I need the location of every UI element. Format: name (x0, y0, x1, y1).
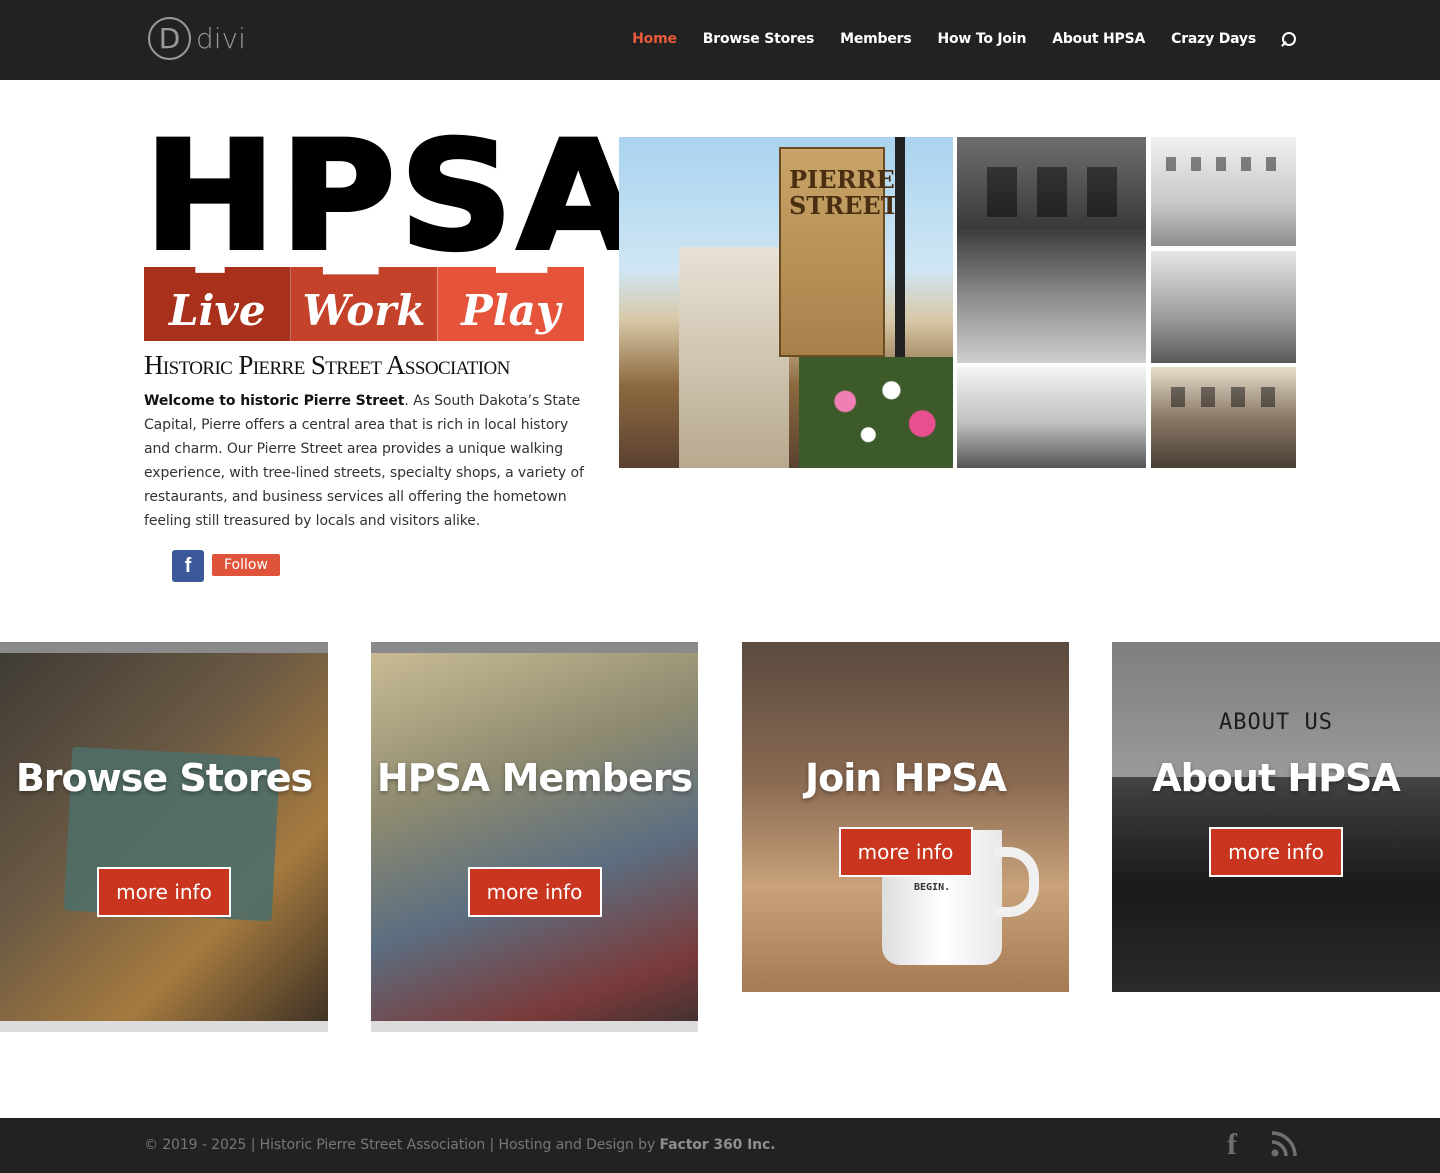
historic-photo-corner-building (1151, 367, 1296, 468)
hpsa-logo: HPSA Live Work Play (142, 120, 641, 341)
historic-photo-building (957, 137, 1146, 363)
rss-icon[interactable] (1271, 1131, 1297, 1157)
tagline-bar: Live Work Play (144, 267, 585, 341)
nav-home[interactable]: Home (632, 31, 677, 47)
nav-members[interactable]: Members (840, 31, 912, 47)
site-footer: © 2019 - 2025 | Historic Pierre Street A… (0, 1118, 1440, 1173)
main-nav: Home Browse Stores Members How To Join A… (606, 30, 1296, 48)
footer-copyright-text: © 2019 - 2025 | Historic Pierre Street A… (144, 1137, 660, 1153)
tagline-live: Live (144, 267, 291, 341)
card-bottom-strip (371, 1021, 698, 1032)
card-title: HPSA Members (376, 756, 693, 800)
card-top-strip (371, 642, 698, 653)
hpsa-members-card[interactable]: HPSA Members more info (371, 642, 698, 1032)
historic-photo-street (957, 367, 1146, 468)
join-hpsa-card[interactable]: BEGIN. Join HPSA more info (742, 642, 1069, 992)
footer-facebook-icon[interactable]: f (1227, 1128, 1237, 1162)
about-us-typed-text: ABOUT US (1219, 710, 1333, 735)
card-title: Browse Stores (15, 756, 313, 800)
browse-stores-more-info-button[interactable]: more info (97, 867, 231, 917)
pierre-street-banner-photo: PIERRE STREET (619, 137, 953, 468)
intro-rest: . As South Dakota’s State Capital, Pierr… (144, 393, 584, 529)
tagline-work: Work (290, 267, 438, 341)
banner-text: PIERRE STREET (789, 165, 899, 220)
logo-word: divi (196, 22, 246, 55)
hpsa-logo-letters: HPSA (142, 110, 644, 284)
association-name: Historic Pierre Street Association (144, 350, 510, 380)
site-logo[interactable]: D divi (148, 17, 246, 60)
tagline-play: Play (437, 267, 585, 341)
join-more-info-button[interactable]: more info (838, 827, 973, 877)
nav-crazy-days[interactable]: Crazy Days (1171, 31, 1256, 47)
card-title: About HPSA (1152, 756, 1401, 800)
about-hpsa-card[interactable]: ABOUT US About HPSA more info (1112, 642, 1440, 992)
storefront-building (679, 247, 789, 468)
photo-collage: PIERRE STREET (619, 137, 1296, 468)
card-title: Join HPSA (805, 756, 1007, 800)
historic-photo-hotel (1151, 137, 1296, 246)
card-top-strip (0, 642, 328, 653)
historic-photo-crowd (1151, 251, 1296, 363)
mug-handle (994, 847, 1039, 917)
flower-basket (799, 357, 953, 468)
nav-how-to-join[interactable]: How To Join (938, 31, 1027, 47)
footer-credit-link[interactable]: Factor 360 Inc. (660, 1137, 776, 1153)
members-more-info-button[interactable]: more info (467, 867, 602, 917)
nav-browse-stores[interactable]: Browse Stores (703, 31, 815, 47)
follow-button[interactable]: Follow (212, 554, 280, 576)
facebook-icon[interactable]: f (172, 550, 204, 582)
nav-about-hpsa[interactable]: About HPSA (1052, 31, 1145, 47)
footer-copyright: © 2019 - 2025 | Historic Pierre Street A… (144, 1137, 776, 1153)
logo-circle: D (148, 17, 191, 60)
browse-stores-card[interactable]: Browse Stores more info (0, 642, 328, 1032)
intro-text: Welcome to historic Pierre Street. As So… (144, 389, 584, 533)
intro-bold: Welcome to historic Pierre Street (144, 393, 405, 409)
mug-label: BEGIN. (914, 882, 951, 893)
search-icon[interactable] (1280, 30, 1296, 48)
card-bottom-strip (0, 1021, 328, 1032)
about-more-info-button[interactable]: more info (1209, 827, 1343, 877)
site-header: D divi Home Browse Stores Members How To… (0, 0, 1440, 80)
